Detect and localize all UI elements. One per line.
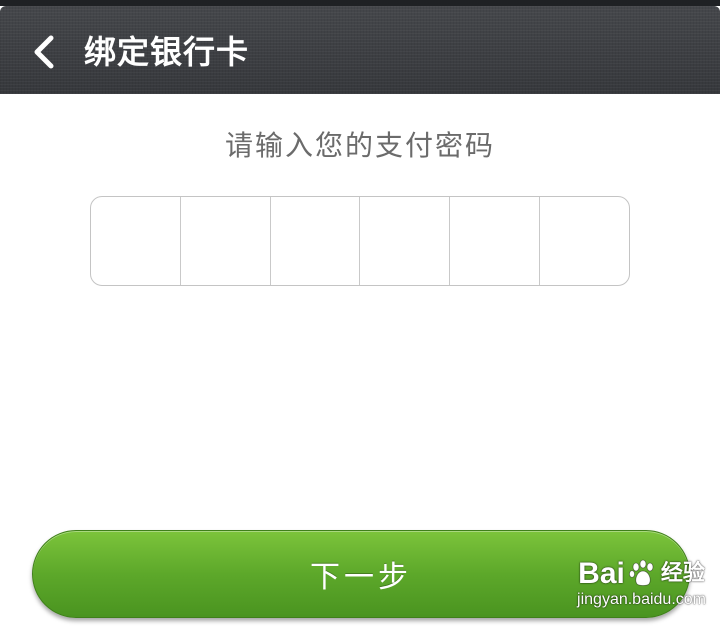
page-title: 绑定银行卡 [84, 33, 250, 71]
pin-cell-2[interactable] [181, 197, 271, 285]
pin-cell-5[interactable] [450, 197, 541, 285]
chevron-left-icon [34, 35, 54, 69]
next-step-label: 下一步 [310, 560, 412, 595]
title-bar: 绑定银行卡 [0, 6, 720, 94]
baidu-jingyan-watermark: Bai 经验 jingyan.baidu.com [577, 558, 706, 610]
watermark-brand-left: Bai [578, 557, 625, 590]
password-prompt: 请输入您的支付密码 [224, 129, 495, 162]
pin-cell-1[interactable] [91, 197, 181, 285]
payment-password-input[interactable] [90, 196, 630, 286]
pin-cell-6[interactable] [540, 197, 629, 285]
pin-cell-3[interactable] [271, 197, 361, 285]
page: 绑定银行卡 请输入您的支付密码 下一步 Bai 经验 jingyan.baidu… [0, 0, 720, 641]
pin-cell-4[interactable] [360, 197, 451, 285]
watermark-brand-right: 经验 [660, 561, 705, 586]
back-button[interactable] [18, 26, 70, 78]
paw-icon [628, 559, 654, 586]
watermark-url: jingyan.baidu.com [577, 591, 706, 608]
